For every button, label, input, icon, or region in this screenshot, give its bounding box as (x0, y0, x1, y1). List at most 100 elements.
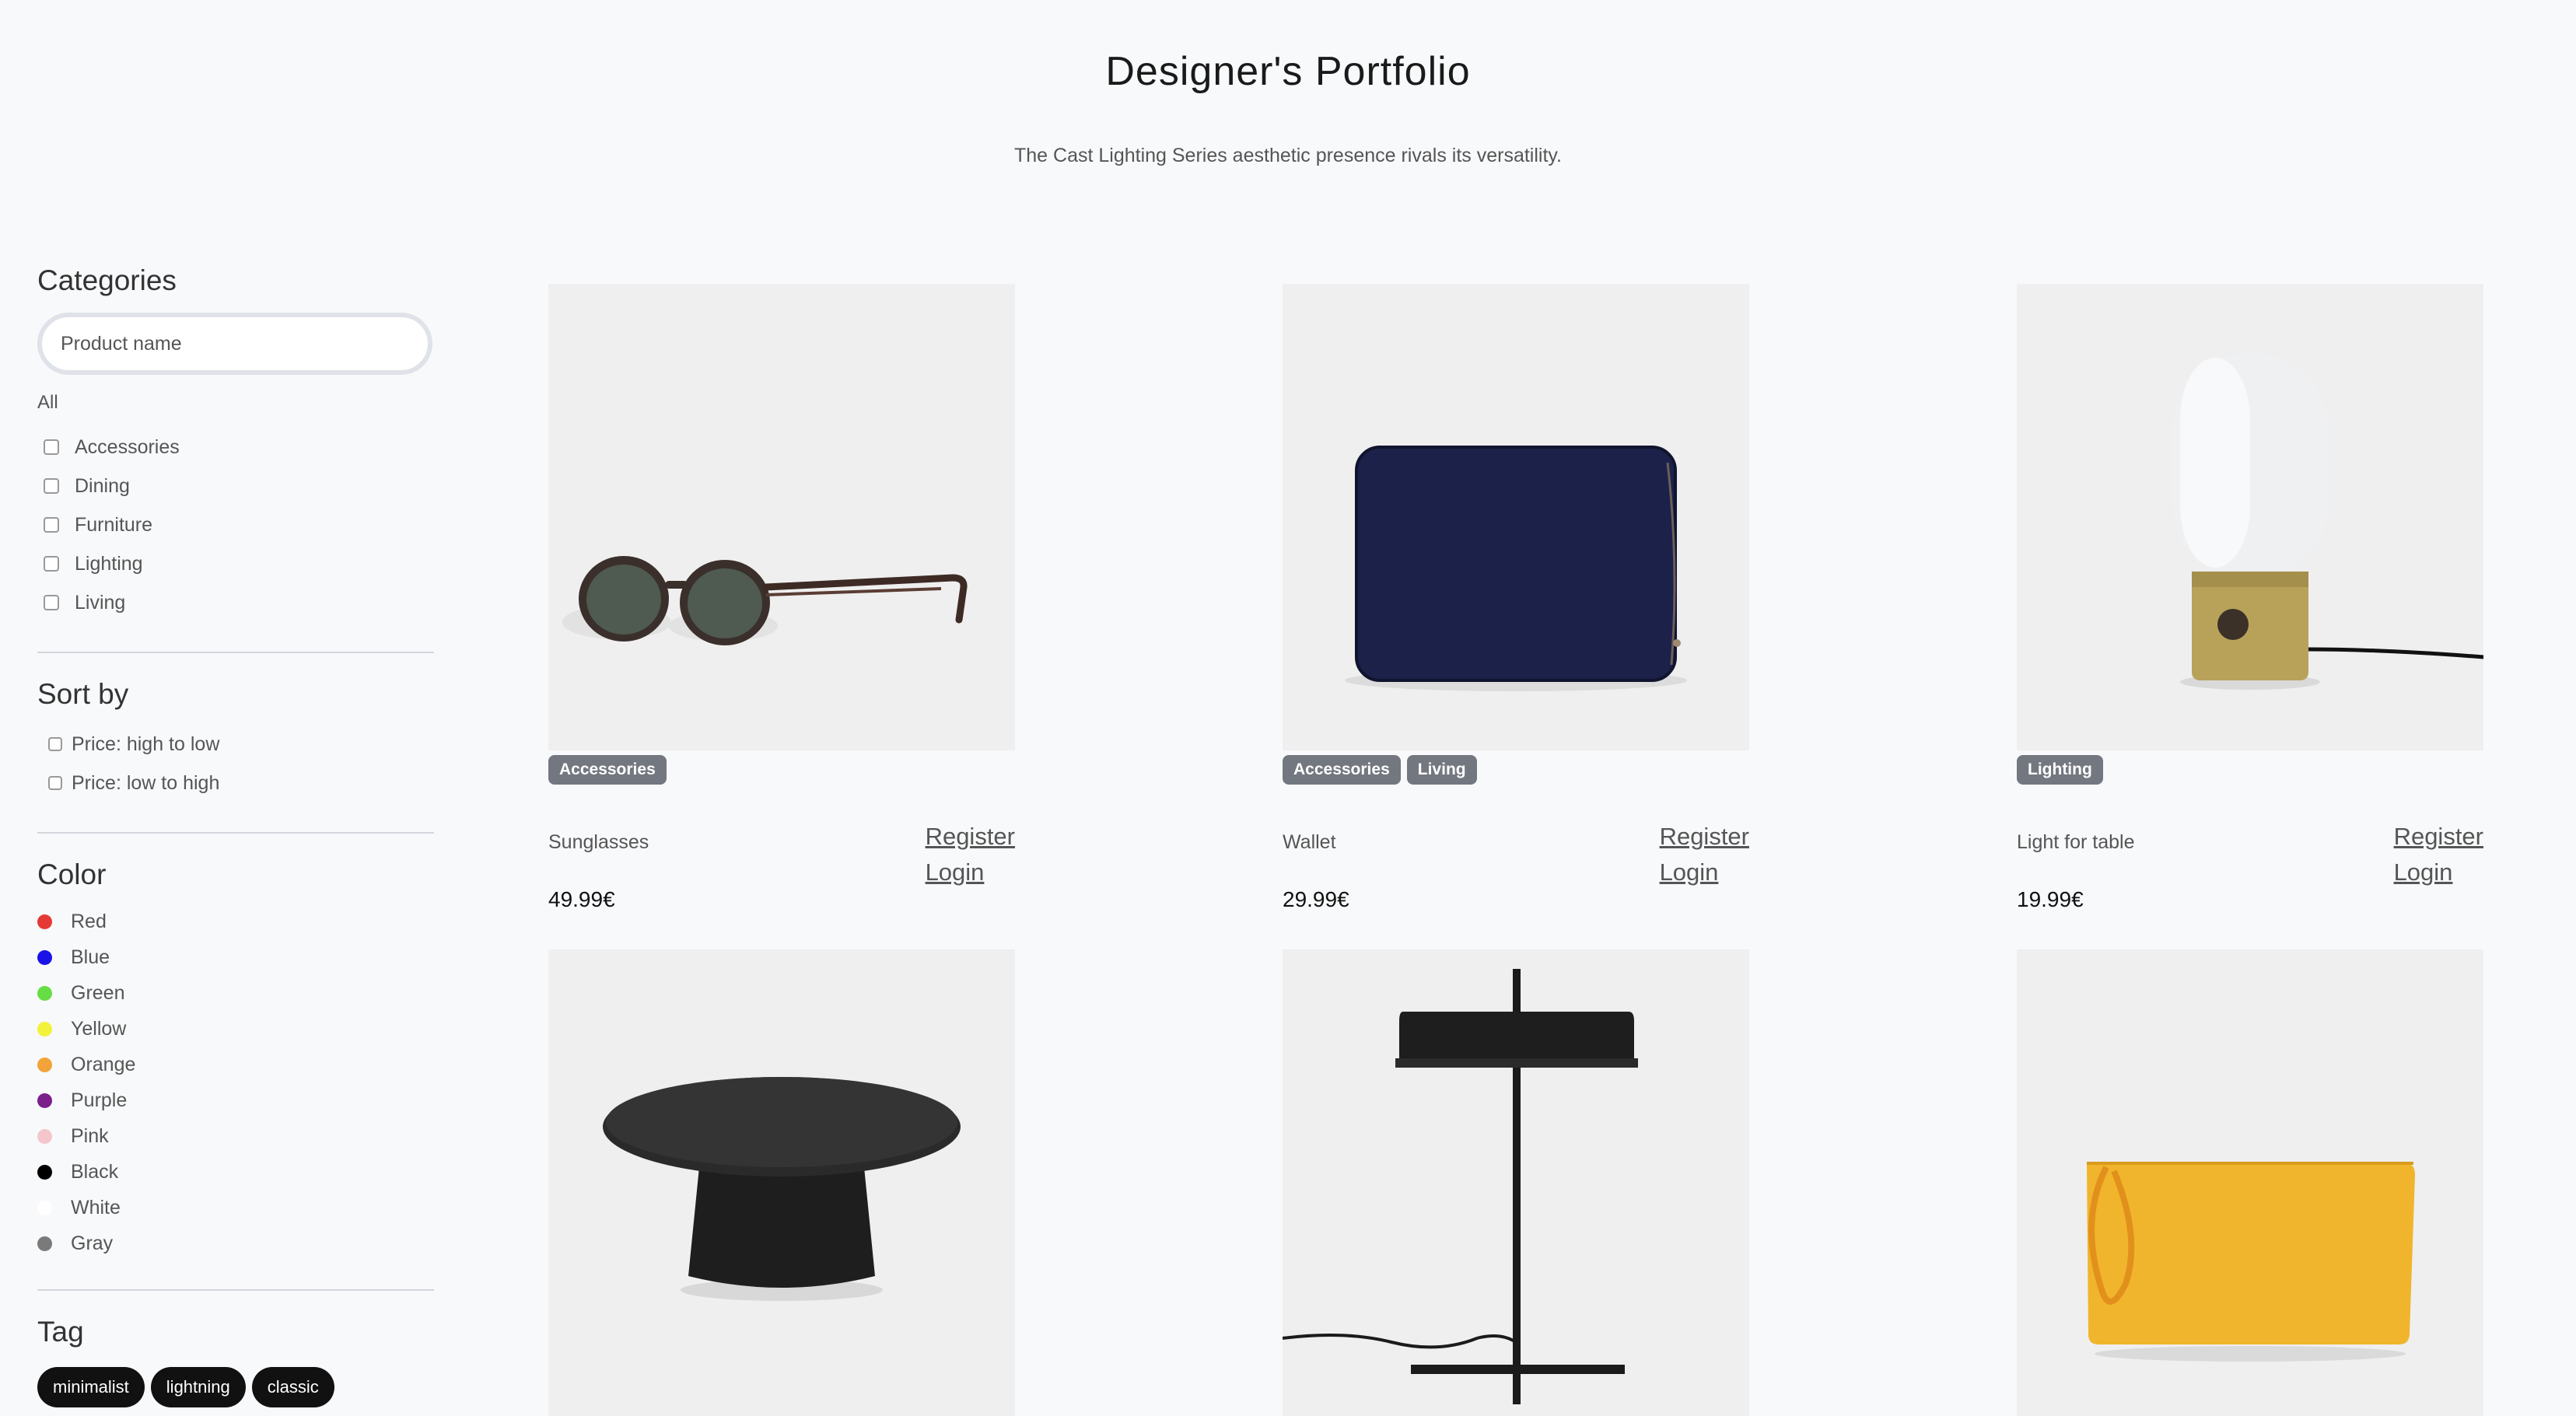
color-option-orange[interactable]: Orange (37, 1047, 434, 1082)
color-label: White (71, 1196, 121, 1218)
section-divider (37, 652, 434, 653)
category-badge: Accessories (1283, 755, 1401, 785)
category-item-dining[interactable]: Dining (37, 467, 434, 505)
color-swatch (37, 1093, 52, 1108)
category-item-furniture[interactable]: Furniture (37, 505, 434, 544)
category-label: Living (75, 591, 126, 614)
section-divider (37, 832, 434, 834)
sort-heading: Sort by (37, 678, 129, 710)
category-badge: Lighting (2017, 755, 2103, 785)
product-search-input[interactable] (37, 313, 432, 375)
color-swatch (37, 1164, 52, 1180)
color-label: Purple (71, 1089, 128, 1111)
category-item-living[interactable]: Living (37, 583, 434, 622)
wallet-image (1345, 446, 1687, 691)
tag-chip-lightning[interactable]: lightning (150, 1367, 246, 1407)
category-list: Accessories Dining Furniture Lighting Li… (37, 428, 434, 622)
color-swatch (37, 1200, 52, 1215)
product-price: 49.99€ (548, 887, 615, 911)
category-label: Accessories (75, 435, 180, 458)
yellow-pouch-image (2087, 1162, 2415, 1362)
category-label: Lighting (75, 552, 143, 575)
lamp-image (2172, 354, 2483, 690)
sort-checkbox[interactable] (48, 776, 62, 790)
color-swatch (37, 1236, 52, 1251)
sort-option-high-to-low[interactable]: Price: high to low (37, 725, 434, 764)
category-checkbox[interactable] (44, 439, 59, 455)
category-badges: Accessories Living (1283, 755, 1749, 785)
category-checkbox[interactable] (44, 478, 59, 494)
color-swatch (37, 914, 52, 929)
product-name[interactable]: Wallet (1283, 831, 1336, 854)
product-name[interactable]: Sunglasses (548, 831, 649, 854)
sort-checkbox[interactable] (48, 737, 62, 751)
product-card[interactable] (1283, 949, 1749, 1416)
category-item-accessories[interactable]: Accessories (37, 428, 434, 467)
color-swatch (37, 949, 52, 965)
page-subtitle: The Cast Lighting Series aesthetic prese… (1013, 145, 1562, 166)
product-image[interactable] (1283, 949, 1749, 1416)
color-label: Orange (71, 1053, 136, 1075)
color-heading: Color (37, 858, 107, 890)
page-title: Designer's Portfolio (1105, 49, 1471, 94)
color-label: Green (71, 981, 125, 1004)
sort-option-low-to-high[interactable]: Price: low to high (37, 764, 434, 802)
color-option-black[interactable]: Black (37, 1154, 434, 1190)
color-option-red[interactable]: Red (37, 904, 434, 939)
color-list: Red Blue Green Yellow Orange Purple Pink Black W… (37, 904, 434, 1261)
color-option-pink[interactable]: Pink (37, 1118, 434, 1154)
categories-heading: Categories (37, 264, 177, 296)
sort-label: Price: high to low (72, 732, 220, 755)
login-link[interactable]: Login (926, 855, 1015, 890)
register-link[interactable]: Register (1660, 819, 1749, 855)
coffee-table-image (603, 1077, 961, 1301)
product-card[interactable] (548, 949, 1015, 1416)
product-image[interactable] (548, 949, 1015, 1416)
category-label: Dining (75, 474, 130, 497)
color-swatch (37, 985, 52, 1001)
register-link[interactable]: Register (2394, 819, 2483, 855)
color-swatch (37, 1057, 52, 1072)
color-option-purple[interactable]: Purple (37, 1082, 434, 1118)
category-checkbox[interactable] (44, 517, 59, 533)
color-swatch (37, 1021, 52, 1037)
product-price: 29.99€ (1283, 887, 1349, 911)
color-label: Red (71, 910, 107, 932)
color-label: Black (71, 1160, 119, 1183)
category-label: Furniture (75, 513, 153, 536)
color-option-gray[interactable]: Gray (37, 1225, 434, 1261)
login-link[interactable]: Login (2394, 855, 2483, 890)
tag-chip-minimalist[interactable]: minimalist (37, 1367, 145, 1407)
login-link[interactable]: Login (1660, 855, 1749, 890)
product-image[interactable] (2017, 284, 2483, 750)
sunglasses-image (562, 556, 968, 645)
color-label: Gray (71, 1232, 114, 1254)
tag-list: minimalist lightning classic (37, 1367, 434, 1407)
color-option-yellow[interactable]: Yellow (37, 1011, 434, 1047)
category-badge: Accessories (548, 755, 667, 785)
color-option-white[interactable]: White (37, 1190, 434, 1225)
product-image[interactable] (2017, 949, 2483, 1416)
product-image[interactable] (1283, 284, 1749, 750)
product-card[interactable]: Lighting Light for table Register Login … (2017, 284, 2483, 911)
tag-chip-classic[interactable]: classic (251, 1367, 334, 1407)
category-all-link[interactable]: All (37, 392, 434, 414)
product-name[interactable]: Light for table (2017, 831, 2135, 854)
category-badges: Accessories (548, 755, 1015, 785)
category-badge: Living (1406, 755, 1477, 785)
color-option-blue[interactable]: Blue (37, 939, 434, 975)
product-image[interactable] (548, 284, 1015, 750)
product-price: 19.99€ (2017, 887, 2084, 911)
desk-lamp-image (1283, 969, 1638, 1404)
section-divider (37, 1289, 434, 1291)
product-card[interactable]: Accessories Sunglasses Register Login 49… (548, 284, 1015, 911)
product-card[interactable] (2017, 949, 2483, 1416)
product-card[interactable]: Accessories Living Wallet Register Login… (1283, 284, 1749, 911)
color-option-green[interactable]: Green (37, 975, 434, 1011)
color-label: Blue (71, 946, 110, 968)
category-checkbox[interactable] (44, 556, 59, 572)
color-swatch (37, 1128, 52, 1144)
category-checkbox[interactable] (44, 595, 59, 610)
register-link[interactable]: Register (926, 819, 1015, 855)
category-item-lighting[interactable]: Lighting (37, 544, 434, 583)
